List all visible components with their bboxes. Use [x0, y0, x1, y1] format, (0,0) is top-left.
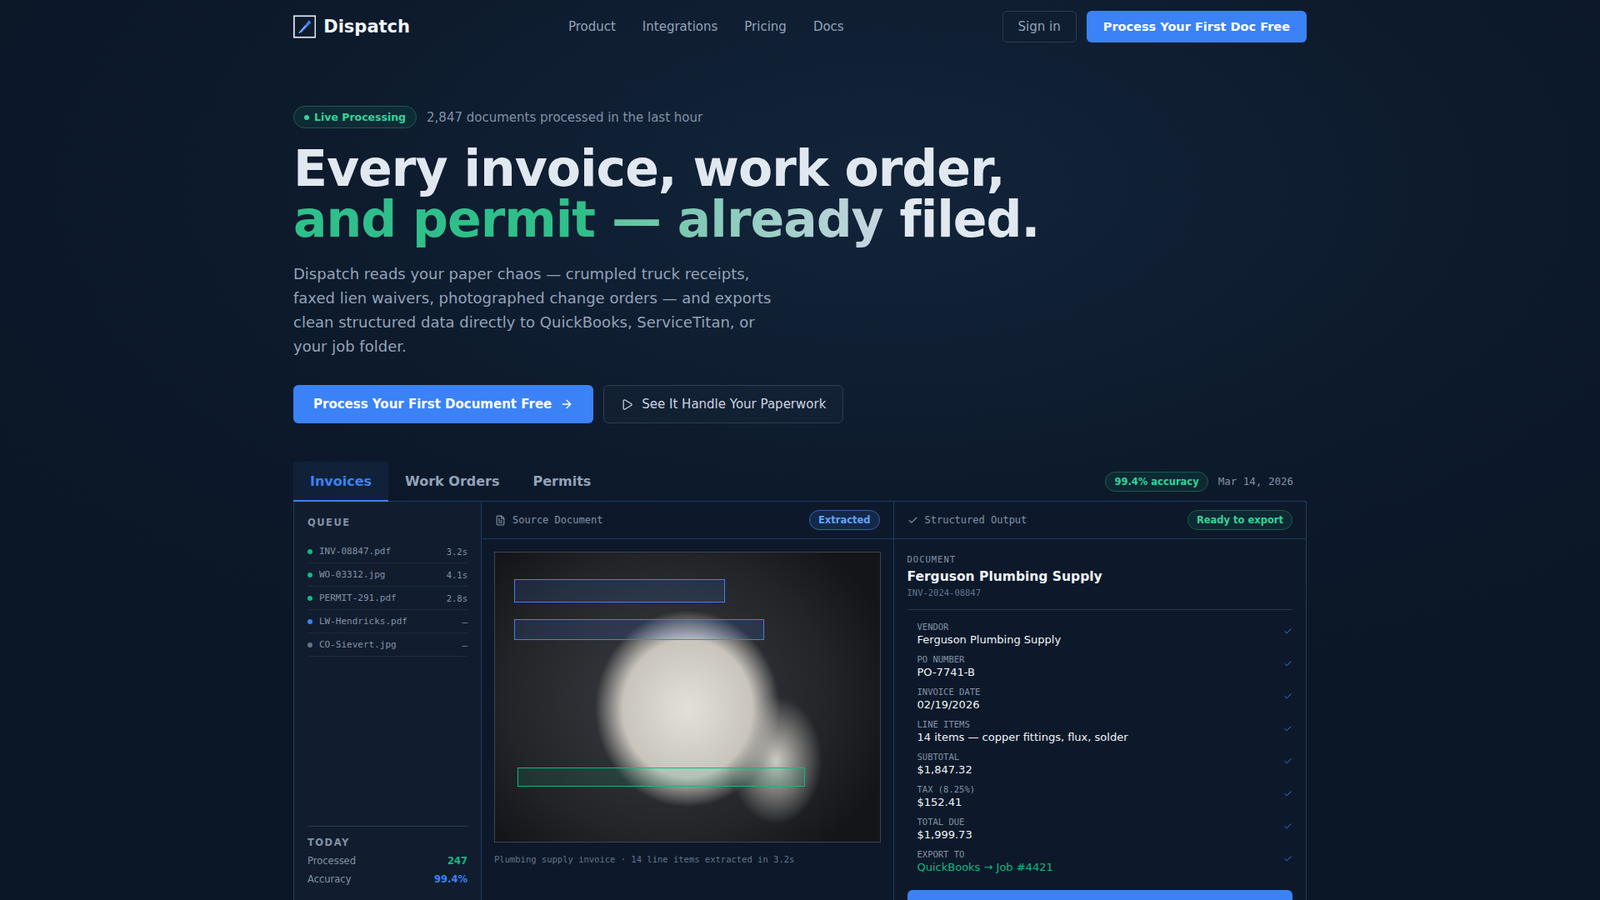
verified-check-icon	[1283, 626, 1293, 636]
live-badge: Live Processing	[293, 105, 417, 129]
doc-id: INV-2024-08847	[907, 587, 1294, 610]
headline: Every invoice, work order,and permit — a…	[293, 143, 1307, 245]
nav-link[interactable]: Docs	[813, 19, 845, 35]
subtitle: Dispatch reads your paper chaos — crumpl…	[293, 261, 785, 359]
tab[interactable]: Invoices	[293, 461, 389, 502]
verified-check-icon	[1283, 789, 1293, 799]
tab[interactable]: Permits	[516, 461, 609, 502]
logo-icon	[293, 13, 316, 40]
queue-item[interactable]: PERMIT-291.pdf2.8s	[307, 586, 468, 610]
field-row: LINE ITEMS14 items — copper fittings, fl…	[907, 715, 1294, 749]
field-row: TAX (8.25%)$152.41	[907, 780, 1294, 814]
status-dot-icon	[307, 572, 313, 578]
today-stats: TODAYProcessed247Accuracy99.4%	[307, 825, 468, 885]
nav-link[interactable]: Integrations	[642, 19, 718, 35]
tab[interactable]: Work Orders	[388, 461, 516, 502]
extraction-highlight	[514, 619, 765, 640]
demo-video-button[interactable]: See It Handle Your Paperwork	[603, 385, 844, 424]
play-icon	[620, 398, 634, 411]
extracted-badge: Extracted	[809, 510, 880, 530]
top-nav: Dispatch Product Integrations Pricing Docs Si…	[293, 0, 1307, 54]
live-dot-icon	[304, 115, 310, 120]
primary-cta-button[interactable]: Process Your First Document Free	[293, 385, 594, 424]
stat-row: Accuracy99.4%	[307, 873, 468, 885]
status-dot-icon	[307, 549, 313, 555]
verified-check-icon	[1283, 821, 1293, 831]
verified-check-icon	[1283, 756, 1293, 766]
queue-item[interactable]: LW-Hendricks.pdf—	[307, 610, 468, 634]
queue-item[interactable]: WO-03312.jpg4.1s	[307, 563, 468, 587]
extraction-highlight	[514, 579, 725, 603]
nav-links: Product Integrations Pricing Docs	[568, 19, 845, 35]
queue-item[interactable]: INV-08847.pdf3.2s	[307, 540, 468, 564]
field-row: PO NUMBERPO-7741-B	[907, 650, 1294, 684]
nav-cta-button[interactable]: Process Your First Doc Free	[1086, 10, 1307, 43]
export-button[interactable]	[907, 890, 1294, 900]
verified-check-icon	[1283, 854, 1293, 864]
accuracy-badge: 99.4% accuracy	[1105, 471, 1208, 492]
demo-date: Mar 14, 2026	[1218, 475, 1294, 488]
source-column: Source DocumentExtractedPlumbing supply …	[481, 501, 895, 900]
badge-note: 2,847 documents processed in the last ho…	[426, 110, 703, 125]
field-row: EXPORT TOQuickBooks → Job #4421	[907, 845, 1294, 879]
photo-caption: Plumbing supply invoice · 14 line items …	[494, 854, 881, 865]
ready-badge: Ready to export	[1187, 510, 1293, 530]
queue-item[interactable]: CO-Sievert.jpg—	[307, 633, 468, 657]
page: Dispatch Product Integrations Pricing Docs Si…	[0, 0, 1600, 900]
sign-in-button[interactable]: Sign in	[1002, 10, 1077, 43]
verified-check-icon	[1283, 659, 1293, 669]
check-icon	[907, 515, 919, 526]
status-dot-icon	[307, 595, 313, 601]
field-row: TOTAL DUE$1,999.73	[907, 813, 1294, 846]
nav-link[interactable]: Pricing	[744, 19, 787, 35]
demo-panel: QUEUE INV-08847.pdf3.2sWO-03312.jpg4.1sPE…	[293, 501, 1307, 900]
demo-header: InvoicesWork OrdersPermits 99.4% accuracy…	[293, 461, 1307, 502]
queue-sidebar: QUEUE INV-08847.pdf3.2sWO-03312.jpg4.1sPE…	[294, 501, 482, 900]
arrow-right-icon	[560, 397, 574, 411]
hero: Live Processing 2,847 documents processed…	[293, 53, 1307, 424]
field-row: VENDORFerguson Plumbing Supply	[907, 618, 1294, 651]
file-icon	[495, 515, 506, 526]
doc-label: DOCUMENT	[907, 554, 1294, 565]
field-row: SUBTOTAL$1,847.32	[907, 748, 1294, 781]
brand[interactable]: Dispatch	[293, 13, 410, 40]
verified-check-icon	[1283, 724, 1293, 734]
extraction-highlight	[517, 767, 805, 787]
status-dot-icon	[307, 619, 313, 625]
nav-link[interactable]: Product	[568, 19, 616, 35]
doc-type-tabs: InvoicesWork OrdersPermits	[293, 461, 608, 501]
output-column: Structured OutputReady to exportDOCUMENT…	[894, 501, 1307, 900]
status-dot-icon	[307, 642, 313, 648]
document-photo	[494, 551, 881, 843]
stat-row: Processed247	[307, 855, 468, 867]
field-row: INVOICE DATE02/19/2026	[907, 683, 1294, 716]
queue-title: QUEUE	[307, 516, 468, 529]
doc-title: Ferguson Plumbing Supply	[907, 569, 1294, 585]
verified-check-icon	[1283, 691, 1293, 701]
